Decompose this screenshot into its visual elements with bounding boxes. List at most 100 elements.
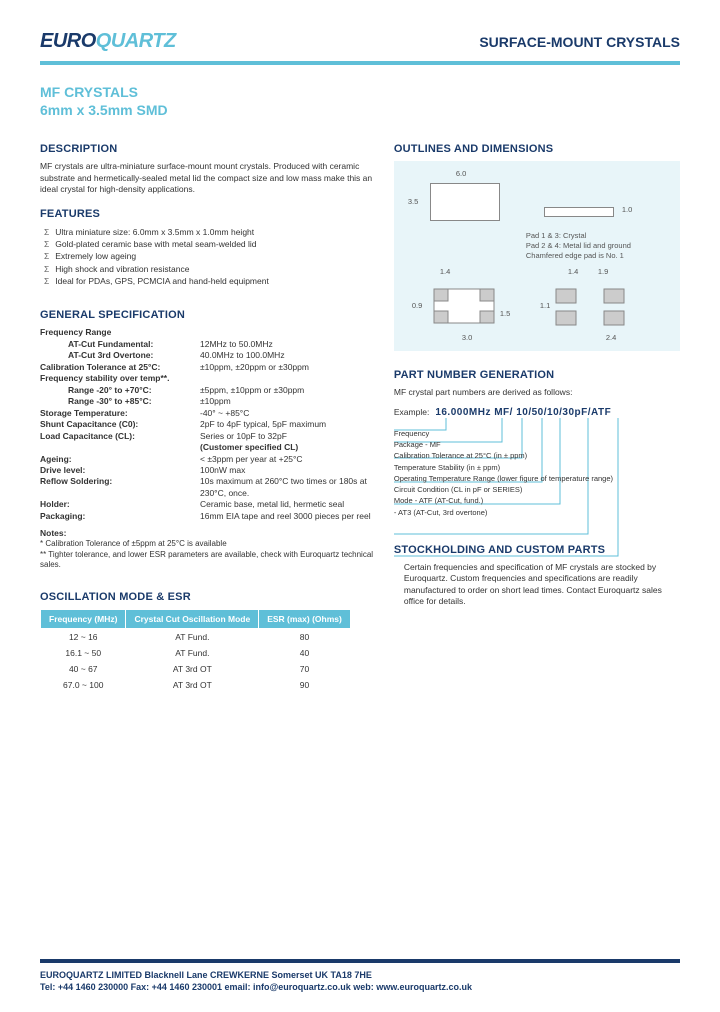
- osc-table: Frequency (MHz) Crystal Cut Oscillation …: [40, 609, 351, 693]
- product-line2: 6mm x 3.5mm SMD: [40, 101, 680, 119]
- note-text: * Calibration Tolerance of ±5ppm at 25°C…: [40, 539, 376, 549]
- dim-label: 1.0: [622, 205, 632, 214]
- spec-value: 16mm EIA tape and reel 3000 pieces per r…: [200, 511, 376, 522]
- pn-legend-item: Package - MF: [394, 439, 680, 450]
- osc-heading: OSCILLATION MODE & ESR: [40, 591, 376, 603]
- header-rule: [40, 61, 680, 65]
- footer-line2: Tel: +44 1460 230000 Fax: +44 1460 23000…: [40, 981, 680, 994]
- pad-note: Pad 1 & 3: Crystal: [526, 231, 586, 240]
- bullet-icon: Σ: [44, 263, 49, 275]
- feature-item: Σ High shock and vibration resistance: [44, 263, 376, 275]
- table-row: 40 ~ 67AT 3rd OT70: [41, 661, 351, 677]
- pad-note: Chamfered edge pad is No. 1: [526, 251, 624, 260]
- spec-value: Ceramic base, metal lid, hermetic seal: [200, 499, 376, 510]
- spec-value: Series or 10pF to 32pF: [200, 431, 376, 442]
- bullet-icon: Σ: [44, 226, 49, 238]
- spec-label: Load Capacitance (CL):: [40, 431, 200, 442]
- features-heading: FEATURES: [40, 208, 376, 220]
- pn-legend-item: Frequency: [394, 428, 680, 439]
- dim-label: 1.5: [500, 309, 510, 318]
- pad-note: Pad 2 & 4: Metal lid and ground: [526, 241, 631, 250]
- features-list: Σ Ultra miniature size: 6.0mm x 3.5mm x 1…: [40, 226, 376, 288]
- dim-label: 1.4: [568, 267, 578, 276]
- table-row: 16.1 ~ 50AT Fund.40: [41, 645, 351, 661]
- pn-example-value: 16.000MHz MF/ 10/50/10/30pF/ATF: [435, 407, 611, 418]
- td: 40: [259, 645, 351, 661]
- spec-value: 40.0MHz to 100.0MHz: [200, 350, 376, 361]
- td: AT 3rd OT: [126, 677, 259, 693]
- spec-label: Frequency Range: [40, 327, 200, 338]
- dim-label: 6.0: [456, 169, 466, 178]
- pn-legend-item: Temperature Stability (in ± ppm): [394, 462, 680, 473]
- spec-label: Range -20° to +70°C:: [40, 385, 200, 396]
- td: AT 3rd OT: [126, 661, 259, 677]
- feature-text: High shock and vibration resistance: [55, 263, 189, 275]
- spec-label: Storage Temperature:: [40, 408, 200, 419]
- spec-value: 100nW max: [200, 465, 376, 476]
- spec-label: Range -30° to +85°C:: [40, 396, 200, 407]
- footprint-icon: [414, 271, 524, 341]
- notes-heading: Notes:: [40, 528, 376, 539]
- note-text: ** Tighter tolerance, and lower ESR para…: [40, 550, 376, 571]
- dim-label: 3.0: [462, 333, 472, 342]
- td: 40 ~ 67: [41, 661, 126, 677]
- td: AT Fund.: [126, 645, 259, 661]
- th-mode: Crystal Cut Oscillation Mode: [126, 609, 259, 628]
- logo-euro: EURO: [40, 30, 96, 52]
- bullet-icon: Σ: [44, 275, 49, 287]
- dim-label: 0.9: [412, 301, 422, 310]
- feature-text: Gold-plated ceramic base with metal seam…: [55, 238, 256, 250]
- spec-label: AT-Cut 3rd Overtone:: [40, 350, 200, 361]
- doc-title: SURFACE-MOUNT CRYSTALS: [479, 34, 680, 50]
- description-text: MF crystals are ultra-miniature surface-…: [40, 161, 376, 195]
- spec-value: 12MHz to 50.0MHz: [200, 339, 376, 350]
- footer: EUROQUARTZ LIMITED Blacknell Lane CREWKE…: [40, 959, 680, 994]
- dim-label: 3.5: [408, 197, 418, 206]
- spec-label: Ageing:: [40, 454, 200, 465]
- footer-line1: EUROQUARTZ LIMITED Blacknell Lane CREWKE…: [40, 969, 680, 982]
- spec-notes: Notes: * Calibration Tolerance of ±5ppm …: [40, 528, 376, 570]
- pn-legend-item: Mode - ATF (AT-Cut, fund.): [394, 495, 680, 506]
- outlines-diagram: 6.0 3.5 1.0 Pad 1 & 3: Crystal Pad 2 & 4…: [394, 161, 680, 351]
- td: AT Fund.: [126, 628, 259, 645]
- feature-item: Σ Ideal for PDAs, GPS, PCMCIA and hand-he…: [44, 275, 376, 287]
- th-esr: ESR (max) (Ohms): [259, 609, 351, 628]
- footprint-icon: [544, 271, 654, 341]
- spec-value: ±10ppm: [200, 396, 376, 407]
- spec-label: Holder:: [40, 499, 200, 510]
- dim-label: 2.4: [606, 333, 616, 342]
- dim-label: 1.9: [598, 267, 608, 276]
- pn-legend-item: - AT3 (AT-Cut, 3rd overtone): [394, 507, 680, 518]
- dim-label: 1.4: [440, 267, 450, 276]
- td: 70: [259, 661, 351, 677]
- spec-value: 10s maximum at 260°C two times or 180s a…: [200, 476, 376, 499]
- spec-value: -40° ~ +85°C: [200, 408, 376, 419]
- spec-value: 2pF to 4pF typical, 5pF maximum: [200, 419, 376, 430]
- td: 90: [259, 677, 351, 693]
- spec-label: Calibration Tolerance at 25°C:: [40, 362, 200, 373]
- table-row: 12 ~ 16AT Fund.80: [41, 628, 351, 645]
- bullet-icon: Σ: [44, 250, 49, 262]
- spec-value: ±10ppm, ±20ppm or ±30ppm: [200, 362, 376, 373]
- spec-value: (Customer specified CL): [200, 442, 376, 453]
- logo-quartz: QUARTZ: [96, 30, 176, 52]
- feature-text: Ideal for PDAs, GPS, PCMCIA and hand-hel…: [55, 275, 269, 287]
- description-heading: DESCRIPTION: [40, 143, 376, 155]
- pn-heading: PART NUMBER GENERATION: [394, 369, 680, 381]
- bullet-icon: Σ: [44, 238, 49, 250]
- genspec-heading: GENERAL SPECIFICATION: [40, 309, 376, 321]
- pn-example: Example: 16.000MHz MF/ 10/50/10/30pF/ATF: [394, 407, 680, 418]
- spec-value: < ±3ppm per year at +25°C: [200, 454, 376, 465]
- spec-label: Packaging:: [40, 511, 200, 522]
- td: 67.0 ~ 100: [41, 677, 126, 693]
- pn-intro: MF crystal part numbers are derived as f…: [394, 387, 680, 398]
- td: 16.1 ~ 50: [41, 645, 126, 661]
- pn-body: MF crystal part numbers are derived as f…: [394, 387, 680, 517]
- outlines-heading: OUTLINES AND DIMENSIONS: [394, 143, 680, 155]
- feature-text: Ultra miniature size: 6.0mm x 3.5mm x 1.…: [55, 226, 254, 238]
- spec-label: Reflow Soldering:: [40, 476, 200, 499]
- genspec-body: Frequency Range AT-Cut Fundamental:12MHz…: [40, 327, 376, 522]
- pn-legend-item: Circuit Condition (CL in pF or SERIES): [394, 484, 680, 495]
- spec-label: Shunt Capacitance (C0):: [40, 419, 200, 430]
- feature-item: Σ Gold-plated ceramic base with metal sea…: [44, 238, 376, 250]
